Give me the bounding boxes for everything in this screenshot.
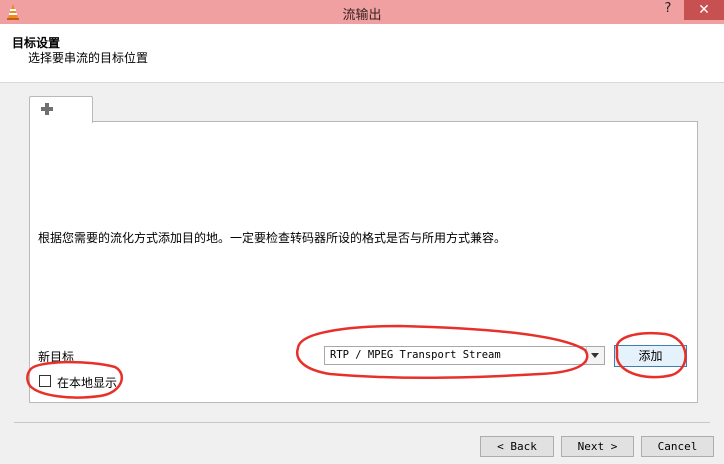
plus-icon [41, 103, 53, 115]
destination-type-value: RTP / MPEG Transport Stream [330, 349, 501, 361]
cancel-button[interactable]: Cancel [641, 436, 714, 457]
destination-type-select[interactable]: RTP / MPEG Transport Stream [324, 346, 605, 365]
window-title: 流输出 [342, 8, 382, 23]
wizard-header: 目标设置 选择要串流的目标位置 [0, 24, 724, 83]
next-button[interactable]: Next > [561, 436, 634, 457]
title-bar: 流输出 ? ✕ [0, 0, 724, 24]
new-target-label: 新目标 [38, 350, 75, 364]
destination-description: 根据您需要的流化方式添加目的地。一定要检查转码器所设的格式是否与所用方式兼容。 [38, 231, 507, 245]
display-locally-label: 在本地显示 [57, 376, 118, 390]
add-button[interactable]: 添加 [614, 345, 687, 367]
back-button[interactable]: < Back [480, 436, 554, 457]
footer-divider [14, 422, 710, 423]
tab-add-destination[interactable] [29, 96, 93, 123]
help-button[interactable]: ? [656, 0, 680, 20]
close-button[interactable]: ✕ [684, 0, 724, 20]
chevron-down-icon[interactable] [586, 347, 604, 364]
display-locally-checkbox[interactable] [39, 375, 51, 387]
page-subtitle: 选择要串流的目标位置 [28, 51, 149, 65]
